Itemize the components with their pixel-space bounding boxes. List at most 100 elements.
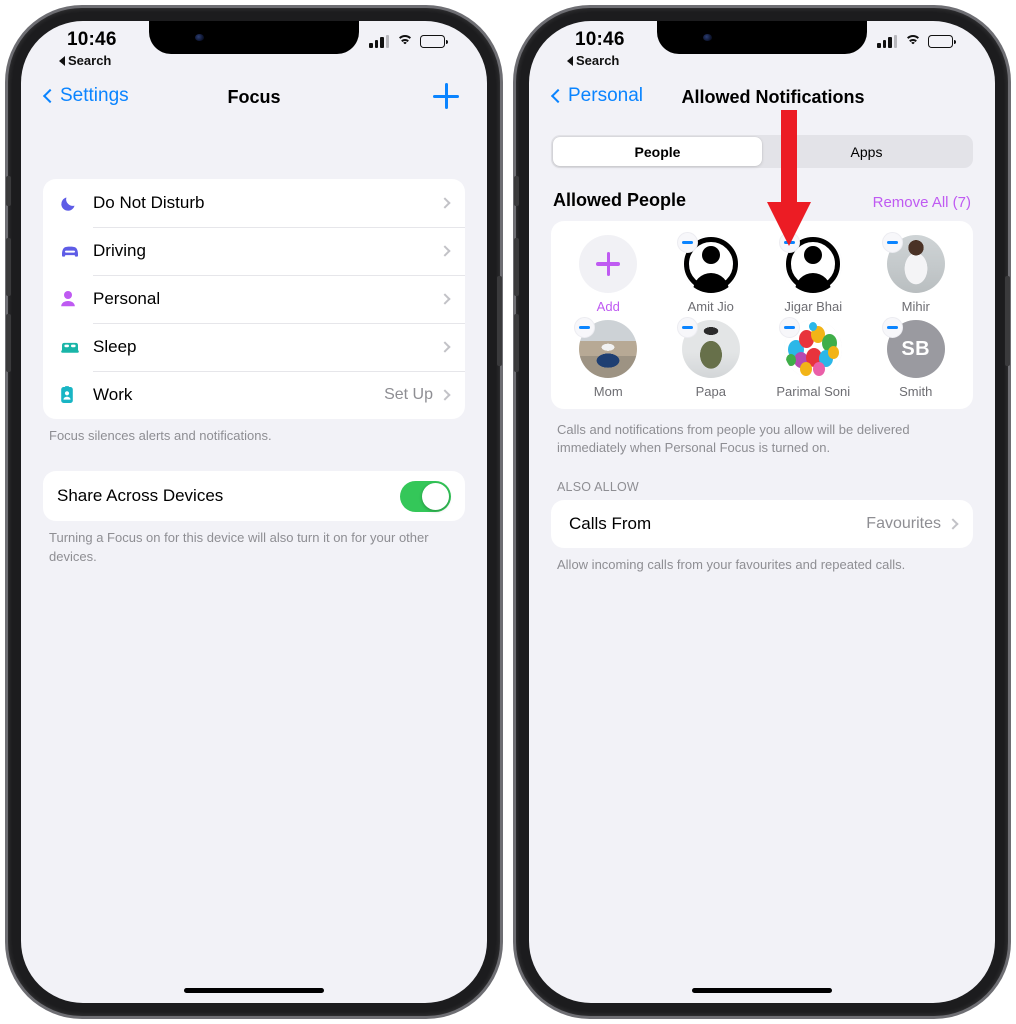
remove-person-icon[interactable] xyxy=(882,232,903,253)
share-toggle[interactable] xyxy=(400,481,451,512)
home-indicator[interactable] xyxy=(184,988,324,993)
avatar-wrap xyxy=(579,320,637,378)
share-across-devices-card: Share Across Devices xyxy=(43,471,465,521)
status-back-label: Search xyxy=(576,53,619,68)
avatar-wrap xyxy=(887,235,945,293)
avatar-wrap xyxy=(682,320,740,378)
chevron-right-icon xyxy=(439,341,450,352)
status-back-label: Search xyxy=(68,53,111,68)
left-phone-screen: 10:46 Search Settings Focus xyxy=(21,21,487,1003)
remove-all-button[interactable]: Remove All (7) xyxy=(873,194,971,211)
notch xyxy=(149,21,359,54)
mute-switch[interactable] xyxy=(514,176,519,206)
battery-icon xyxy=(420,35,445,48)
person-label: Papa xyxy=(696,384,726,399)
page-title: Focus xyxy=(21,87,487,108)
power-button[interactable] xyxy=(497,276,502,366)
chevron-right-icon xyxy=(439,245,450,256)
id-card-icon xyxy=(59,385,93,405)
focus-row-personal[interactable]: Personal xyxy=(43,275,465,323)
avatar-wrap xyxy=(784,235,842,293)
focus-row-do-not-disturb[interactable]: Do Not Disturb xyxy=(43,179,465,227)
person-mihir[interactable]: Mihir xyxy=(865,235,968,314)
section-title: Allowed People xyxy=(553,190,686,211)
left-nav-bar: Settings Focus xyxy=(21,79,487,127)
chevron-right-icon xyxy=(947,518,958,529)
share-label: Share Across Devices xyxy=(57,486,400,506)
wifi-icon xyxy=(396,35,413,48)
person-icon xyxy=(59,289,93,309)
toggle-knob xyxy=(422,483,449,510)
avatar-wrap xyxy=(784,320,842,378)
person-amit-jio[interactable]: Amit Jio xyxy=(660,235,763,314)
remove-person-icon[interactable] xyxy=(882,317,903,338)
person-label: Mom xyxy=(594,384,623,399)
volume-up-button[interactable] xyxy=(514,238,519,296)
people-apps-segmented-control[interactable]: People Apps xyxy=(551,135,973,168)
focus-row-driving[interactable]: Driving xyxy=(43,227,465,275)
calls-from-row[interactable]: Calls From Favourites xyxy=(551,500,973,548)
home-indicator[interactable] xyxy=(692,988,832,993)
also-allow-group-title: ALSO ALLOW xyxy=(557,480,967,494)
remove-person-icon[interactable] xyxy=(677,317,698,338)
remove-person-icon[interactable] xyxy=(677,232,698,253)
battery-icon xyxy=(928,35,953,48)
person-papa[interactable]: Papa xyxy=(660,320,763,399)
person-smith[interactable]: SB Smith xyxy=(865,320,968,399)
status-back-to-search[interactable]: Search xyxy=(59,53,111,68)
calls-from-card: Calls From Favourites xyxy=(551,500,973,548)
volume-down-button[interactable] xyxy=(6,314,11,372)
chevron-right-icon xyxy=(439,293,450,304)
person-parimal-soni[interactable]: Parimal Soni xyxy=(762,320,865,399)
right-content: People Apps Allowed People Remove All (7… xyxy=(529,127,995,1003)
status-indicators xyxy=(369,35,445,48)
plus-icon[interactable] xyxy=(433,83,459,109)
focus-row-label: Driving xyxy=(93,241,433,261)
person-label: Smith xyxy=(899,384,932,399)
tab-people[interactable]: People xyxy=(553,137,762,166)
person-label: Mihir xyxy=(902,299,930,314)
focus-row-label: Do Not Disturb xyxy=(93,193,433,213)
left-content: Do Not Disturb Driving xyxy=(21,127,487,1003)
focus-row-value: Set Up xyxy=(384,386,433,404)
right-phone-screen: 10:46 Search Personal Allowed Notificati… xyxy=(529,21,995,1003)
people-grid: Add Amit Jio xyxy=(557,235,967,399)
calls-footnote: Allow incoming calls from your favourite… xyxy=(557,556,967,574)
cellular-signal-icon xyxy=(877,35,897,48)
person-label: Add xyxy=(597,299,620,314)
page-title: Allowed Notifications xyxy=(529,87,995,108)
status-time: 10:46 xyxy=(67,29,117,51)
chevron-right-icon xyxy=(439,389,450,400)
person-mom[interactable]: Mom xyxy=(557,320,660,399)
cellular-signal-icon xyxy=(369,35,389,48)
allowed-people-header: Allowed People Remove All (7) xyxy=(553,190,971,211)
share-across-devices-row[interactable]: Share Across Devices xyxy=(43,471,465,521)
left-phone-device: 10:46 Search Settings Focus xyxy=(8,8,500,1016)
focus-list-card: Do Not Disturb Driving xyxy=(43,179,465,419)
avatar-wrap xyxy=(682,235,740,293)
calls-from-value: Favourites xyxy=(866,515,941,533)
calls-from-label: Calls From xyxy=(569,514,866,534)
volume-up-button[interactable] xyxy=(6,238,11,296)
allowed-people-card: Add Amit Jio xyxy=(551,221,973,409)
tab-apps[interactable]: Apps xyxy=(762,137,971,166)
car-icon xyxy=(59,241,93,261)
back-triangle-icon xyxy=(567,56,573,66)
person-label: Jigar Bhai xyxy=(784,299,842,314)
focus-footnote: Focus silences alerts and notifications. xyxy=(49,427,459,445)
focus-row-label: Work xyxy=(93,385,384,405)
focus-row-sleep[interactable]: Sleep xyxy=(43,323,465,371)
mute-switch[interactable] xyxy=(6,176,11,206)
notch xyxy=(657,21,867,54)
power-button[interactable] xyxy=(1005,276,1010,366)
right-nav-bar: Personal Allowed Notifications xyxy=(529,79,995,127)
wifi-icon xyxy=(904,35,921,48)
status-back-to-search[interactable]: Search xyxy=(567,53,619,68)
avatar-wrap: SB xyxy=(887,320,945,378)
add-person-icon[interactable] xyxy=(579,235,637,293)
focus-row-label: Personal xyxy=(93,289,433,309)
person-jigar-bhai[interactable]: Jigar Bhai xyxy=(762,235,865,314)
volume-down-button[interactable] xyxy=(514,314,519,372)
person-add[interactable]: Add xyxy=(557,235,660,314)
focus-row-work[interactable]: Work Set Up xyxy=(43,371,465,419)
